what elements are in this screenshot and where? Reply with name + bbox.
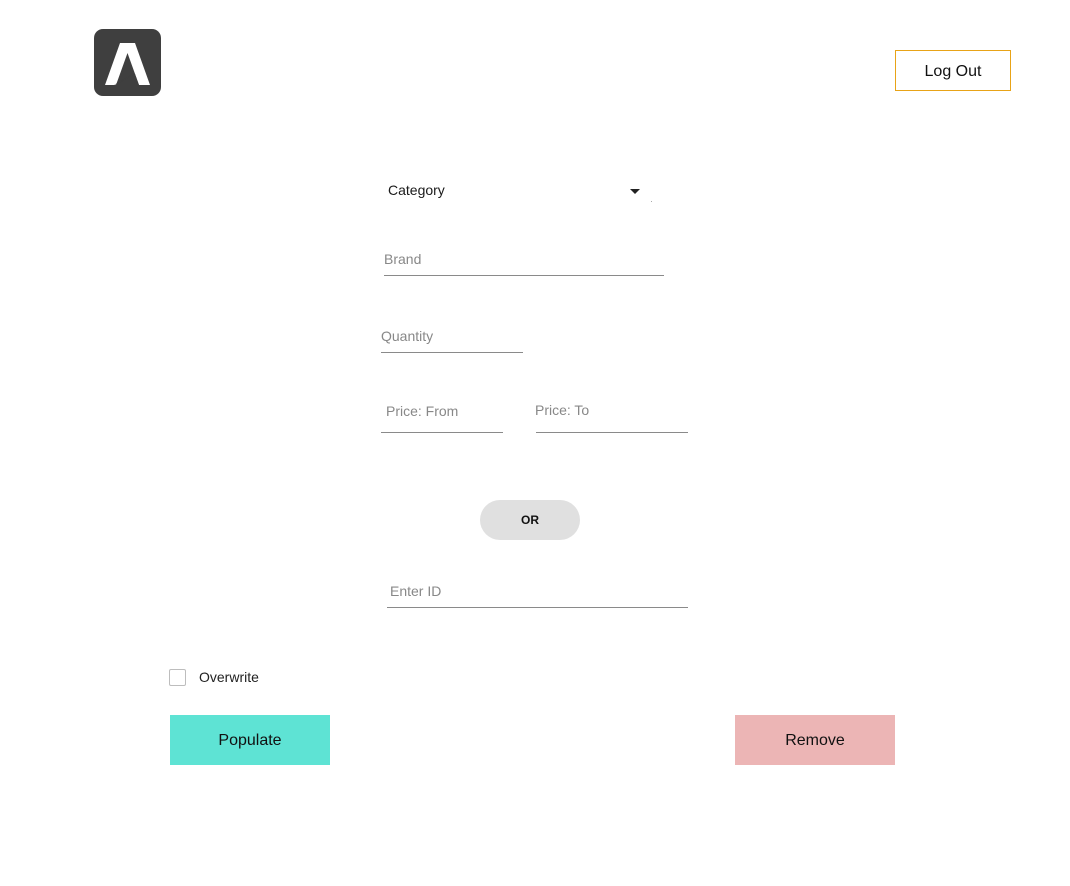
- enter-id-field[interactable]: [387, 572, 691, 608]
- populate-button[interactable]: Populate: [170, 715, 330, 765]
- remove-button[interactable]: Remove: [735, 715, 895, 765]
- brand-input[interactable]: [384, 251, 664, 267]
- price-from-input[interactable]: [386, 403, 503, 419]
- price-to-field[interactable]: [535, 392, 688, 433]
- logout-button[interactable]: Log Out: [895, 50, 1011, 91]
- overwrite-checkbox[interactable]: [169, 669, 186, 686]
- quantity-field[interactable]: [381, 317, 523, 353]
- overwrite-label: Overwrite: [199, 669, 259, 685]
- price-from-field[interactable]: [381, 392, 503, 433]
- brand-field[interactable]: [384, 240, 664, 276]
- price-to-input[interactable]: [535, 402, 687, 418]
- caret-down-icon: [630, 189, 640, 194]
- enter-id-input[interactable]: [390, 583, 691, 599]
- category-select[interactable]: Category: [382, 176, 652, 204]
- category-select-label: Category: [388, 182, 445, 198]
- select-underline-dot: [651, 201, 652, 202]
- quantity-input[interactable]: [381, 328, 523, 344]
- or-separator: OR: [480, 500, 580, 540]
- letter-a-logo-icon: [105, 43, 150, 85]
- logo[interactable]: [94, 29, 161, 96]
